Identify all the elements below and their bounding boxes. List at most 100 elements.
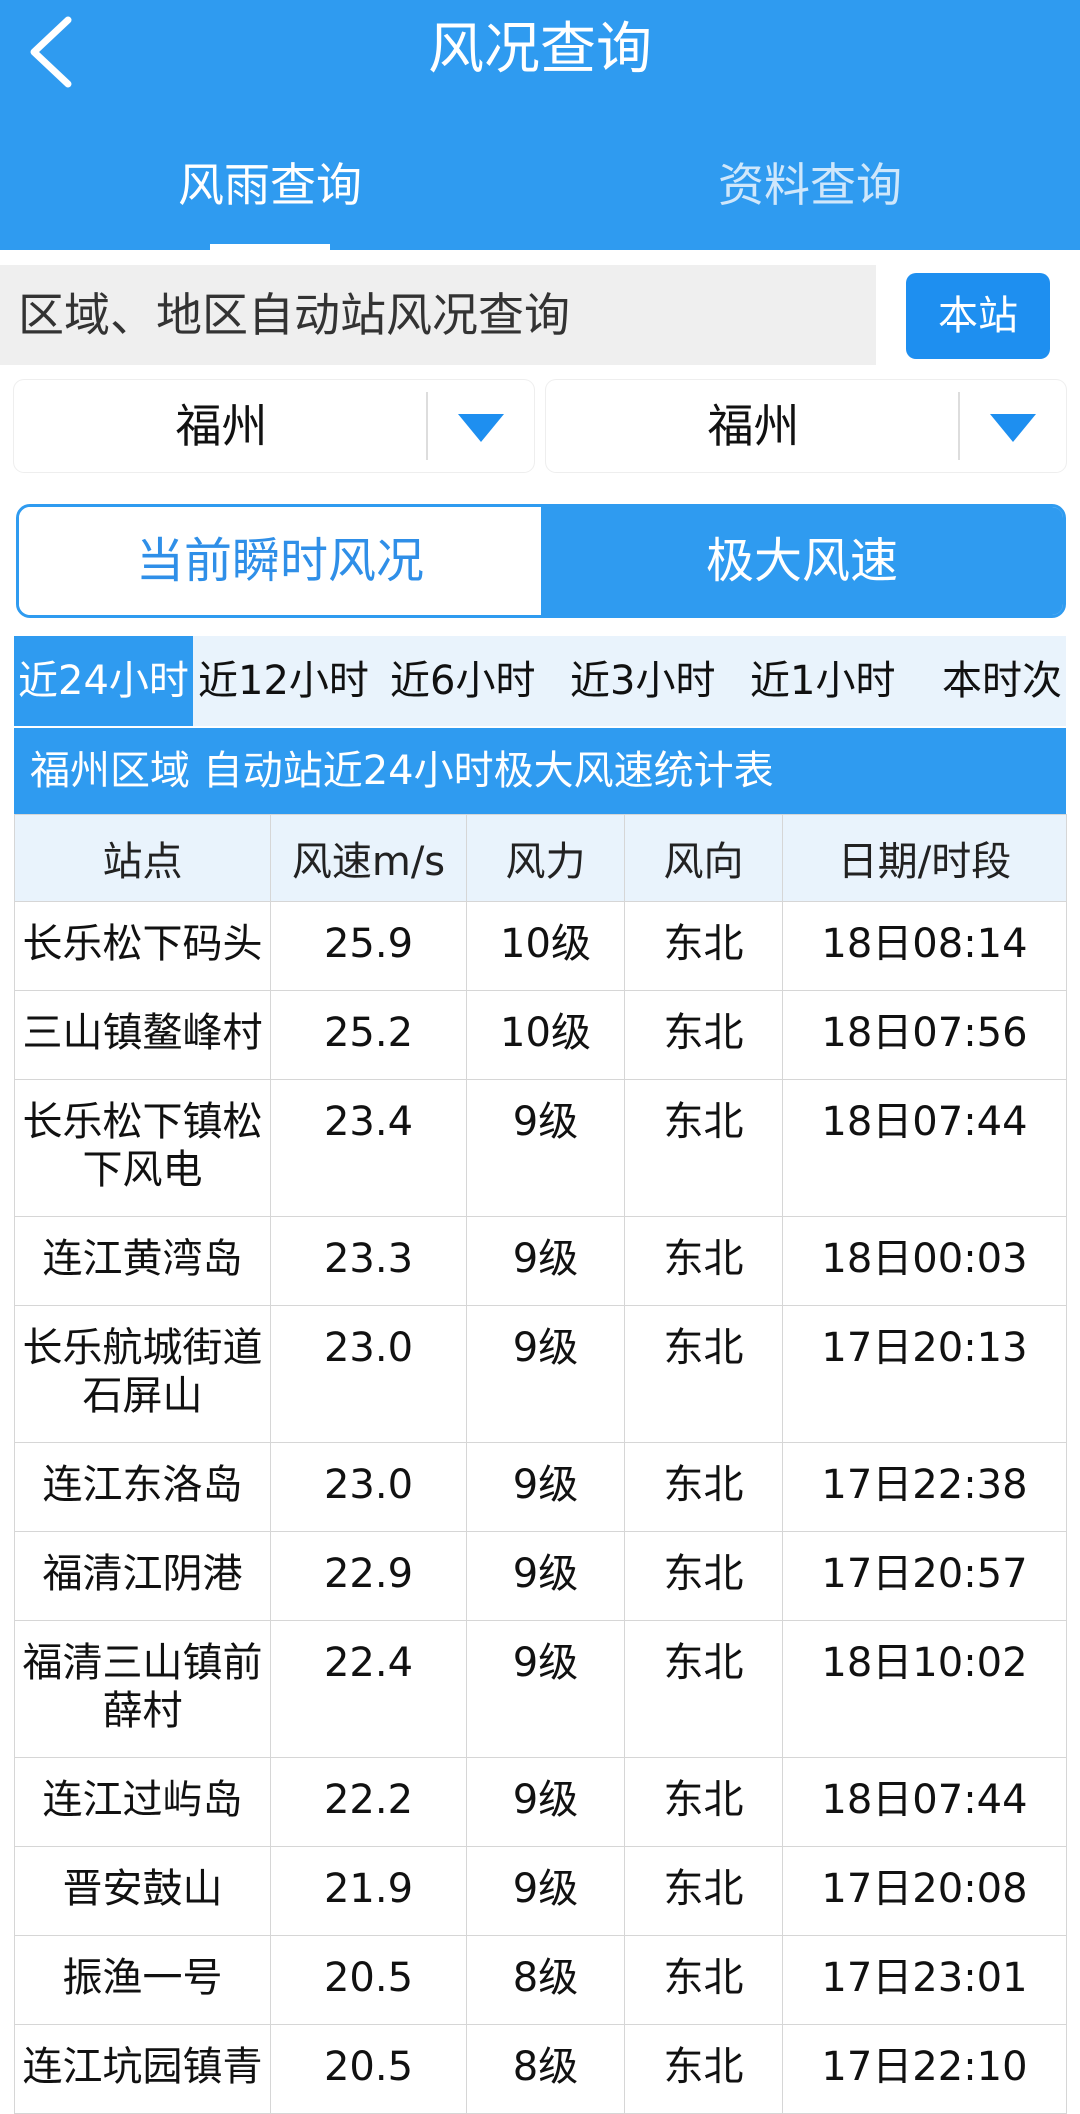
cell-datetime: 17日20:13 (782, 1305, 1067, 1443)
cell-speed: 22.9 (270, 1531, 467, 1621)
cell-speed: 23.0 (270, 1442, 467, 1532)
cell-speed: 22.4 (270, 1620, 467, 1758)
cell-speed: 20.5 (270, 1935, 467, 2025)
cell-station: 长乐松下码头 (14, 901, 271, 991)
area-select[interactable]: 福州 (546, 380, 1066, 472)
query-label: 区域、地区自动站风况查询 (18, 288, 570, 342)
cell-station: 振渔一号 (14, 1935, 271, 2025)
cell-direction: 东北 (624, 990, 783, 1080)
select-divider (958, 392, 960, 460)
cell-datetime: 17日20:08 (782, 1846, 1067, 1936)
max-wind-table: 站点 风速m/s 风力 风向 日期/时段 长乐松下码头 25.9 10级 东北 … (14, 814, 1067, 2114)
page-title: 风况查询 (428, 17, 652, 82)
triangle-down-icon[interactable] (986, 410, 1040, 446)
cell-direction: 东北 (624, 1935, 783, 2025)
cell-station: 长乐航城街道石屏山 (14, 1305, 271, 1443)
area-select-value: 福州 (707, 399, 800, 453)
cell-datetime: 18日07:56 (782, 990, 1067, 1080)
cell-station: 连江东洛岛 (14, 1442, 271, 1532)
tab-max-wind-speed[interactable]: 极大风速 (541, 507, 1063, 615)
cell-force: 9级 (466, 1620, 625, 1758)
cell-direction: 东北 (624, 1442, 783, 1532)
cell-datetime: 18日10:02 (782, 1620, 1067, 1758)
table-row[interactable]: 连江黄湾岛 23.3 9级 东北 18日00:03 (14, 1216, 1067, 1306)
tab-wind-rain-query[interactable]: 风雨查询 (120, 150, 420, 220)
cell-force: 8级 (466, 2024, 625, 2114)
cell-station: 长乐松下镇松下风电 (14, 1079, 271, 1217)
cell-station: 连江黄湾岛 (14, 1216, 271, 1306)
cell-direction: 东北 (624, 2024, 783, 2114)
period-tab-current[interactable]: 本时次 (942, 636, 1062, 726)
cell-direction: 东北 (624, 1079, 783, 1217)
active-tab-indicator (210, 244, 330, 250)
period-tab-1h[interactable]: 近1小时 (750, 636, 895, 726)
period-tab-12h[interactable]: 近12小时 (198, 636, 369, 726)
table-row[interactable]: 福清江阴港 22.9 9级 东北 17日20:57 (14, 1531, 1067, 1621)
cell-speed: 22.2 (270, 1757, 467, 1847)
region-select-value: 福州 (175, 399, 268, 453)
cell-speed: 21.9 (270, 1846, 467, 1936)
table-header-row: 站点 风速m/s 风力 风向 日期/时段 (14, 814, 1067, 902)
column-header-force: 风力 (466, 814, 625, 902)
table-row[interactable]: 长乐松下码头 25.9 10级 东北 18日08:14 (14, 901, 1067, 991)
cell-direction: 东北 (624, 1757, 783, 1847)
tab-current-instant-wind[interactable]: 当前瞬时风况 (19, 507, 541, 615)
cell-direction: 东北 (624, 1846, 783, 1936)
cell-station: 连江过屿岛 (14, 1757, 271, 1847)
period-tab-3h[interactable]: 近3小时 (570, 636, 715, 726)
cell-direction: 东北 (624, 1620, 783, 1758)
top-bar: 风况查询 风雨查询 资料查询 (0, 0, 1080, 250)
period-tab-6h[interactable]: 近6小时 (390, 636, 535, 726)
cell-force: 8级 (466, 1935, 625, 2025)
cell-force: 10级 (466, 990, 625, 1080)
cell-datetime: 17日23:01 (782, 1935, 1067, 2025)
cell-station: 福清三山镇前薛村 (14, 1620, 271, 1758)
table-row[interactable]: 连江东洛岛 23.0 9级 东北 17日22:38 (14, 1442, 1067, 1532)
select-divider (426, 392, 428, 460)
cell-force: 9级 (466, 1757, 625, 1847)
period-tab-24h[interactable]: 近24小时 (14, 636, 193, 726)
cell-force: 9级 (466, 1079, 625, 1217)
cell-datetime: 17日20:57 (782, 1531, 1067, 1621)
column-header-station: 站点 (14, 814, 271, 902)
table-row[interactable]: 长乐松下镇松下风电 23.4 9级 东北 18日07:44 (14, 1079, 1067, 1217)
table-row[interactable]: 三山镇鳌峰村 25.2 10级 东北 18日07:56 (14, 990, 1067, 1080)
column-header-speed: 风速m/s (270, 814, 467, 902)
cell-datetime: 18日07:44 (782, 1757, 1067, 1847)
cell-datetime: 18日07:44 (782, 1079, 1067, 1217)
region-select[interactable]: 福州 (14, 380, 534, 472)
cell-datetime: 18日08:14 (782, 901, 1067, 991)
column-header-datetime: 日期/时段 (782, 814, 1067, 902)
table-row[interactable]: 长乐航城街道石屏山 23.0 9级 东北 17日20:13 (14, 1305, 1067, 1443)
cell-speed: 23.3 (270, 1216, 467, 1306)
cell-force: 9级 (466, 1216, 625, 1306)
cell-speed: 20.5 (270, 2024, 467, 2114)
cell-direction: 东北 (624, 1531, 783, 1621)
cell-speed: 23.0 (270, 1305, 467, 1443)
cell-force: 9级 (466, 1442, 625, 1532)
cell-direction: 东北 (624, 901, 783, 991)
cell-datetime: 17日22:10 (782, 2024, 1067, 2114)
cell-datetime: 17日22:38 (782, 1442, 1067, 1532)
cell-station: 三山镇鳌峰村 (14, 990, 271, 1080)
query-row: 区域、地区自动站风况查询 (0, 265, 876, 365)
table-row[interactable]: 晋安鼓山 21.9 9级 东北 17日20:08 (14, 1846, 1067, 1936)
column-header-direction: 风向 (624, 814, 783, 902)
cell-force: 9级 (466, 1305, 625, 1443)
tab-data-query[interactable]: 资料查询 (660, 150, 960, 220)
mode-segmented-control: 当前瞬时风况 极大风速 (16, 504, 1066, 618)
cell-speed: 25.2 (270, 990, 467, 1080)
triangle-down-icon[interactable] (454, 410, 508, 446)
cell-speed: 23.4 (270, 1079, 467, 1217)
period-tabs: 近24小时 近12小时 近6小时 近3小时 近1小时 本时次 (14, 636, 1066, 726)
cell-force: 9级 (466, 1531, 625, 1621)
cell-datetime: 18日00:03 (782, 1216, 1067, 1306)
table-row[interactable]: 福清三山镇前薛村 22.4 9级 东北 18日10:02 (14, 1620, 1067, 1758)
table-row[interactable]: 连江过屿岛 22.2 9级 东北 18日07:44 (14, 1757, 1067, 1847)
cell-direction: 东北 (624, 1305, 783, 1443)
table-row[interactable]: 连江坑园镇青 20.5 8级 东北 17日22:10 (14, 2024, 1067, 2114)
cell-direction: 东北 (624, 1216, 783, 1306)
this-station-button[interactable]: 本站 (906, 273, 1050, 359)
table-row[interactable]: 振渔一号 20.5 8级 东北 17日23:01 (14, 1935, 1067, 2025)
cell-station: 连江坑园镇青 (14, 2024, 271, 2114)
